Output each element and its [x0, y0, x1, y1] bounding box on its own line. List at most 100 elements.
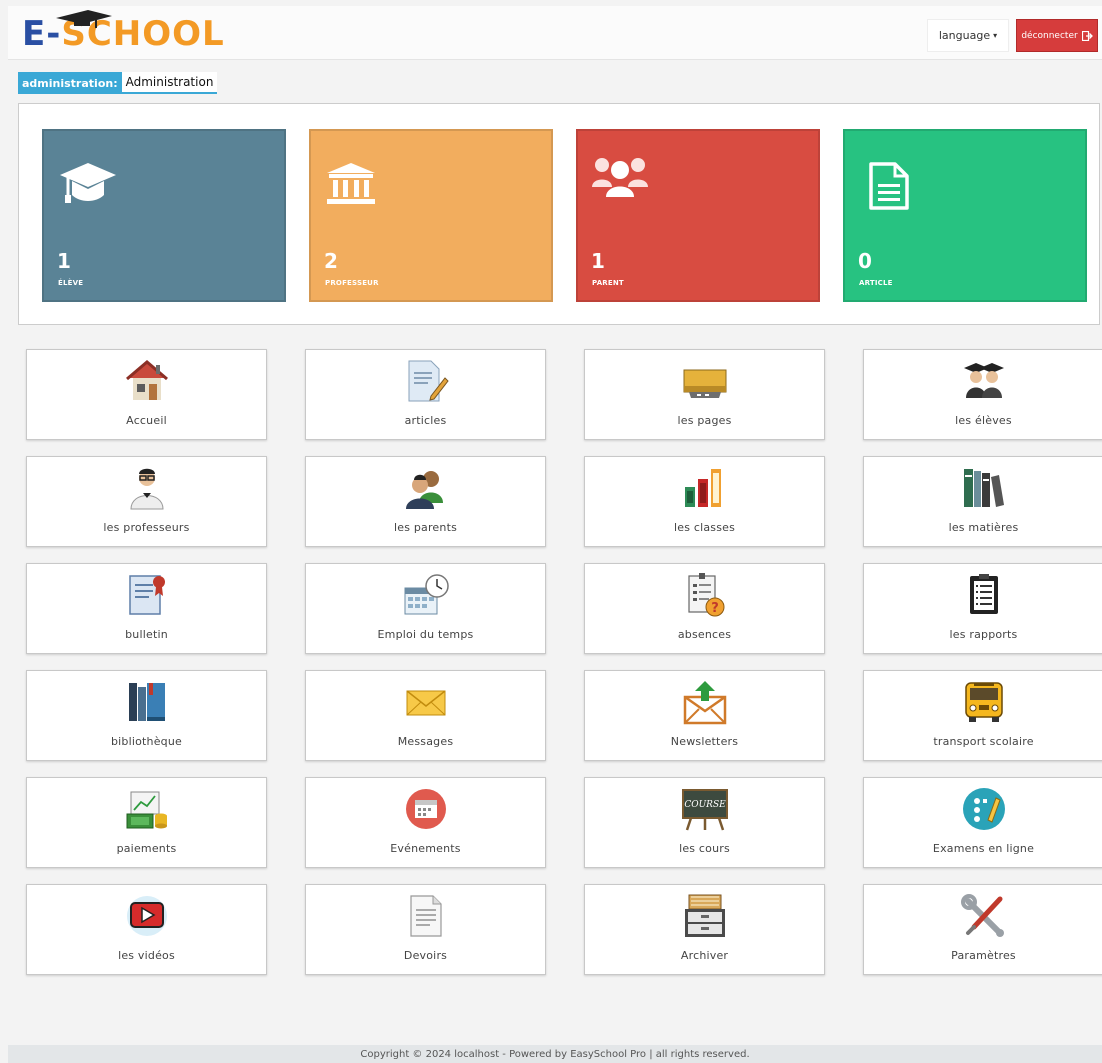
language-dropdown[interactable]: language ▾: [927, 19, 1009, 52]
stat-label: ARTICLE: [859, 279, 893, 287]
menu-tile-transport-scolaire[interactable]: transport scolaire: [863, 670, 1102, 761]
stat-label: PARENT: [592, 279, 624, 287]
course-board-icon: COURSE: [681, 786, 729, 832]
stat-label: ÉLÈVE: [58, 279, 84, 287]
tile-label: Evénements: [390, 842, 461, 855]
menu-tile-newsletters[interactable]: Newsletters: [584, 670, 825, 761]
menu-tile-bibliotheque[interactable]: bibliothèque: [26, 670, 267, 761]
certificate-icon: [123, 572, 171, 618]
stats-panel: 1 ÉLÈVE 2 PROFESSEUR 1 PARENT 0 ARTICLE: [18, 103, 1100, 325]
menu-tile-evenements[interactable]: Evénements: [305, 777, 546, 868]
menu-tile-parents[interactable]: les parents: [305, 456, 546, 547]
tile-label: Examens en ligne: [932, 842, 1035, 855]
tile-label: les élèves: [955, 414, 1012, 427]
stat-card-parents[interactable]: 1 PARENT: [576, 129, 820, 302]
tile-label: les matières: [948, 521, 1019, 534]
tile-label: articles: [404, 414, 447, 427]
tile-label: les classes: [673, 521, 736, 534]
stat-card-professeurs[interactable]: 2 PROFESSEUR: [309, 129, 553, 302]
tile-label: les vidéos: [118, 949, 175, 962]
envelope-icon: [402, 679, 450, 725]
stat-card-eleves[interactable]: 1 ÉLÈVE: [42, 129, 286, 302]
breadcrumb-tag: administration:: [18, 72, 122, 94]
logo-graduation-cap-icon: [56, 10, 112, 28]
calendar-icon: [402, 786, 450, 832]
tile-label: les professeurs: [103, 521, 190, 534]
menu-tile-absences[interactable]: ? absences: [584, 563, 825, 654]
tile-label: les rapports: [949, 628, 1018, 641]
menu-tile-devoirs[interactable]: Devoirs: [305, 884, 546, 975]
students-icon: [960, 358, 1008, 404]
tile-label: paiements: [116, 842, 177, 855]
teacher-icon: [123, 465, 171, 511]
menu-tile-accueil[interactable]: Accueil: [26, 349, 267, 440]
menu-tile-videos[interactable]: les vidéos: [26, 884, 267, 975]
payments-icon: [123, 786, 171, 832]
tools-icon: [960, 893, 1008, 939]
subjects-icon: [960, 465, 1008, 511]
course-board-text: COURSE: [684, 800, 726, 810]
graduation-cap-icon: [58, 161, 118, 211]
tile-label: transport scolaire: [933, 735, 1034, 748]
svg-text:?: ?: [711, 601, 719, 616]
menu-tile-messages[interactable]: Messages: [305, 670, 546, 761]
tile-label: les parents: [393, 521, 458, 534]
stat-value: 1: [57, 249, 71, 273]
menu-tile-pages[interactable]: les pages: [584, 349, 825, 440]
sign-out-icon: [1081, 30, 1093, 41]
menu-tile-eleves[interactable]: les élèves: [863, 349, 1102, 440]
tile-label: bibliothèque: [110, 735, 183, 748]
parents-icon: [402, 465, 450, 511]
classes-icon: [681, 465, 729, 511]
app-logo[interactable]: E-SCHOOL: [22, 10, 225, 54]
menu-tile-rapports[interactable]: les rapports: [863, 563, 1102, 654]
exam-icon: [960, 786, 1008, 832]
footer: Copyright © 2024 localhost - Powered by …: [8, 1045, 1102, 1063]
institution-icon: [325, 161, 377, 209]
logout-label: déconnecter: [1021, 30, 1078, 41]
breadcrumb-current[interactable]: Administration: [121, 72, 218, 94]
article-icon: [403, 358, 449, 404]
caret-down-icon: ▾: [993, 31, 998, 40]
menu-tile-classes[interactable]: les classes: [584, 456, 825, 547]
tile-label: bulletin: [125, 628, 168, 641]
logout-button[interactable]: déconnecter: [1016, 19, 1098, 52]
tile-label: absences: [677, 628, 732, 641]
tile-label: Newsletters: [670, 735, 739, 748]
top-navbar: E-SCHOOL language ▾ déconnecter: [8, 6, 1102, 60]
language-label: language: [938, 29, 991, 42]
video-icon: [123, 893, 171, 939]
menu-tile-archiver[interactable]: Archiver: [584, 884, 825, 975]
bus-icon: [960, 679, 1008, 725]
stat-label: PROFESSEUR: [325, 279, 379, 287]
stat-value: 1: [591, 249, 605, 273]
library-icon: [123, 679, 171, 725]
menu-tile-parametres[interactable]: Paramètres: [863, 884, 1102, 975]
users-icon: [592, 153, 648, 205]
menu-tile-articles[interactable]: articles: [305, 349, 546, 440]
menu-tile-cours[interactable]: COURSE les cours: [584, 777, 825, 868]
absences-icon: ?: [681, 572, 729, 618]
homework-icon: [402, 893, 450, 939]
menu-tile-bulletin[interactable]: bulletin: [26, 563, 267, 654]
menu-tile-professeurs[interactable]: les professeurs: [26, 456, 267, 547]
tile-label: Paramètres: [951, 949, 1016, 962]
menu-tile-examens-en-ligne[interactable]: Examens en ligne: [863, 777, 1102, 868]
schedule-icon: [402, 572, 450, 618]
footer-copyright: Copyright © 2024 localhost - Powered by …: [360, 1048, 750, 1060]
newsletter-icon: [681, 679, 729, 725]
stat-card-articles[interactable]: 0 ARTICLE: [843, 129, 1087, 302]
home-icon: [123, 358, 171, 404]
stat-value: 2: [324, 249, 338, 273]
stat-value: 0: [858, 249, 872, 273]
breadcrumb: administration: Administration: [18, 72, 218, 94]
menu-tile-emploi-du-temps[interactable]: Emploi du temps: [305, 563, 546, 654]
tile-label: Emploi du temps: [377, 628, 474, 641]
tile-label: Messages: [397, 735, 454, 748]
archive-icon: [681, 893, 729, 939]
reports-icon: [960, 572, 1008, 618]
document-icon: [867, 161, 911, 215]
menu-tile-matieres[interactable]: les matières: [863, 456, 1102, 547]
tile-label: Accueil: [126, 414, 167, 427]
menu-tile-paiements[interactable]: paiements: [26, 777, 267, 868]
